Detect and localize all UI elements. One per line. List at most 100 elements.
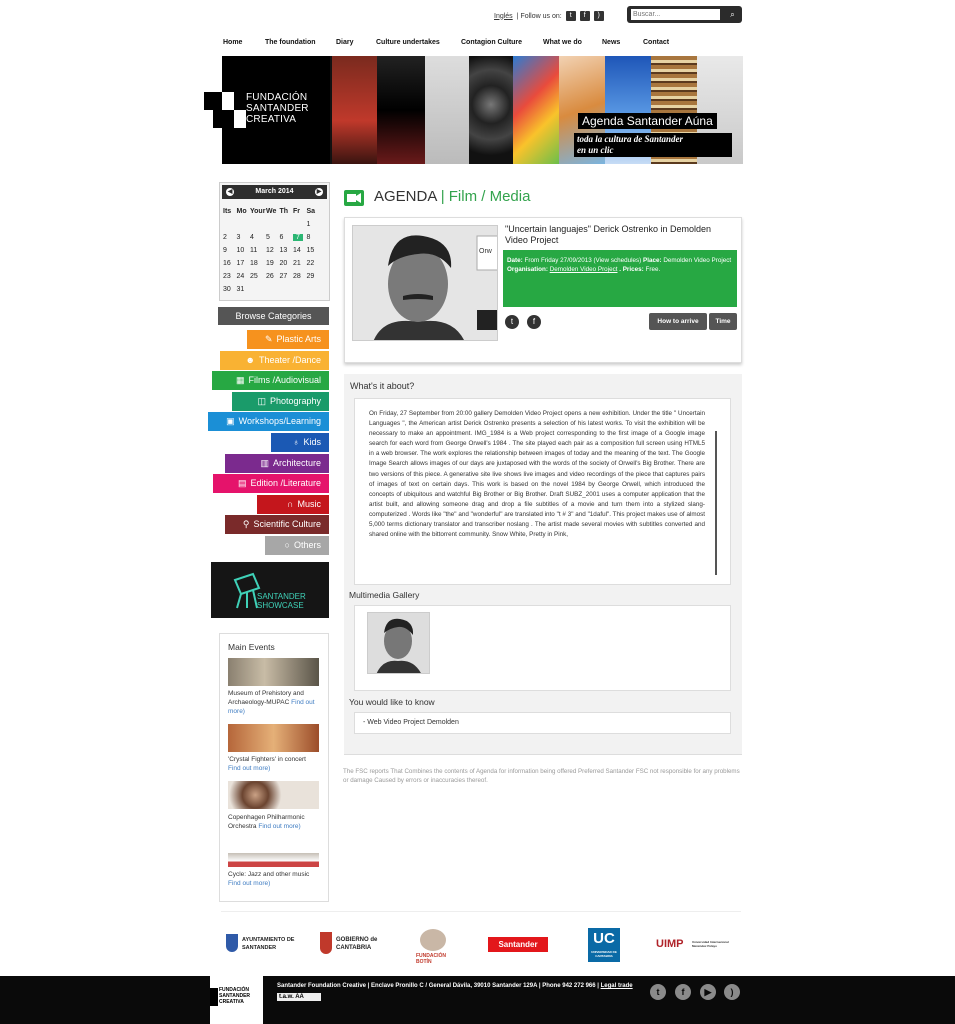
calendar-day[interactable]: 20 (280, 260, 294, 267)
calendar-day[interactable]: 11 (250, 247, 266, 254)
category-item[interactable]: ▣ Workshops/Learning (208, 412, 329, 432)
nav-what-we-do[interactable]: What we do (543, 39, 602, 46)
nav-culture-undertakes[interactable]: Culture undertakes (376, 39, 461, 46)
rss-icon[interactable]: ) (593, 11, 604, 21)
category-item[interactable]: ▤ Edition /Literature (213, 474, 329, 494)
calendar-day[interactable]: 3 (237, 234, 251, 241)
next-month-icon[interactable]: ▶ (315, 188, 323, 196)
like-to-know-title: You would like to know (349, 697, 435, 707)
foundation-logo[interactable]: FUNDACIÓN SANTANDER CREATIVA (222, 56, 330, 164)
calendar-day[interactable]: 23 (223, 273, 237, 280)
twitter-share-icon[interactable]: t (505, 315, 519, 329)
content-divider (344, 754, 742, 755)
santander-bank-logo[interactable]: Santander (488, 937, 548, 952)
calendar-day[interactable]: 2 (223, 234, 237, 241)
category-item[interactable]: ⚲ Scientific Culture (225, 515, 329, 535)
calendar-day[interactable]: 1 (307, 221, 321, 228)
calendar-day[interactable]: 14 (293, 247, 307, 254)
time-button[interactable]: Time (709, 313, 737, 330)
calendar-day[interactable]: 7 (293, 234, 303, 241)
find-out-more-link[interactable]: Find out more) (228, 880, 270, 887)
event-item-philharmonic: Copenhagen Philharmonic Orchestra Find o… (228, 814, 305, 830)
calendar-day[interactable]: 24 (237, 273, 251, 280)
uc-logo[interactable]: UC UNIVERSIDAD DE CANTABRIA (588, 928, 620, 962)
event-thumb-museum[interactable] (228, 658, 319, 686)
calendar-day[interactable]: 5 (266, 234, 280, 241)
calendar-day[interactable]: 31 (237, 286, 251, 293)
calendar-week-row: 1 (223, 218, 327, 231)
calendar-day[interactable]: 9 (223, 247, 237, 254)
calendar-day[interactable]: 15 (307, 247, 321, 254)
calendar-day[interactable]: 8 (307, 234, 321, 241)
prev-month-icon[interactable]: ◀ (226, 188, 234, 196)
calendar-day[interactable]: 21 (293, 260, 307, 267)
category-item[interactable]: ∩ Music (257, 494, 329, 514)
nav-contact[interactable]: Contact (643, 39, 669, 46)
calendar-day[interactable]: 19 (266, 260, 280, 267)
calendar-week-row: 23 24 25 26 27 28 29 (223, 270, 327, 283)
find-out-more-link[interactable]: Find out more) (258, 823, 300, 830)
calendar-day[interactable]: 27 (280, 273, 294, 280)
calendar-day[interactable]: 25 (250, 273, 266, 280)
facebook-icon[interactable]: f (579, 11, 590, 21)
calendar-day[interactable]: 18 (250, 260, 266, 267)
event-photo[interactable]: Orw (352, 225, 498, 341)
like-to-know-item[interactable]: - Web Video Project Demolden (354, 712, 731, 734)
calendar-day[interactable]: 30 (223, 286, 237, 293)
tree-icon (420, 929, 446, 951)
legal-link[interactable]: Legal trade (601, 983, 633, 989)
taw-badge[interactable]: t.a.w. AA (277, 993, 321, 1001)
about-scrollbar[interactable] (715, 431, 717, 575)
nav-diary[interactable]: Diary (336, 39, 376, 46)
footer-rss-icon[interactable]: ) (724, 984, 740, 1000)
event-thumb-philharmonic[interactable] (228, 781, 319, 809)
banner-image-camera (469, 56, 513, 164)
nav-news[interactable]: News (602, 39, 643, 46)
category-label: Kids (303, 437, 321, 447)
category-item[interactable]: ○ Others (265, 536, 329, 555)
facebook-share-icon[interactable]: f (527, 315, 541, 329)
search-input[interactable] (631, 9, 720, 20)
find-out-more-link[interactable]: Find out more) (228, 765, 270, 772)
calendar-day[interactable]: 28 (293, 273, 307, 280)
nav-foundation[interactable]: The foundation (265, 39, 336, 46)
calendar-day[interactable]: 22 (307, 260, 321, 267)
category-item[interactable]: ▥ Architecture (225, 453, 329, 473)
category-item[interactable]: ♁ Kids (271, 433, 329, 452)
balloon-icon: ♁ (292, 437, 300, 447)
calendar-day[interactable]: 17 (237, 260, 251, 267)
footer-facebook-icon[interactable]: f (675, 984, 691, 1000)
footer-twitter-icon[interactable]: t (650, 984, 666, 1000)
how-to-arrive-button[interactable]: How to arrive (649, 313, 707, 330)
calendar-day[interactable]: 16 (223, 260, 237, 267)
organisation-link[interactable]: Demolden Video Project (550, 266, 618, 273)
language-link[interactable]: Inglés (494, 13, 513, 20)
category-item[interactable]: ▦ Films /Audiovisual (212, 371, 329, 391)
footer-youtube-icon[interactable]: ▶ (700, 984, 716, 1000)
nav-contagion-culture[interactable]: Contagion Culture (461, 39, 543, 46)
category-label: Photography (269, 395, 321, 406)
event-thumb-crystal[interactable] (228, 724, 319, 752)
category-label: Theater /Dance (258, 354, 321, 365)
nav-home[interactable]: Home (223, 39, 265, 46)
search-icon[interactable]: ⌕ (726, 9, 739, 20)
sponsor-separator (221, 911, 741, 912)
page-section: | Film / Media (440, 188, 531, 205)
santander-showcase-banner[interactable]: SANTANDER SHOWCASE (211, 562, 329, 618)
calendar-day[interactable]: 13 (280, 247, 294, 254)
shield-icon (226, 934, 238, 952)
calendar-day[interactable]: 10 (237, 247, 251, 254)
multimedia-gallery (354, 605, 731, 691)
category-item[interactable]: ✎ Plastic Arts (247, 330, 329, 349)
calendar-day[interactable]: 26 (266, 273, 280, 280)
gallery-thumbnail[interactable] (367, 612, 430, 674)
calendar-day[interactable]: 6 (280, 234, 294, 241)
twitter-icon[interactable]: t (565, 11, 576, 21)
category-item[interactable]: ☻ Theater /Dance (220, 350, 329, 370)
category-item[interactable]: ◫ Photography (232, 391, 329, 411)
calendar-day[interactable]: 4 (250, 234, 266, 241)
uimp-logo[interactable]: UIMP Universidad Internacional Menéndez … (656, 938, 729, 950)
calendar-day[interactable]: 29 (307, 273, 321, 280)
calendar-day[interactable]: 12 (266, 247, 280, 254)
event-thumb-jazz[interactable] (228, 839, 319, 867)
